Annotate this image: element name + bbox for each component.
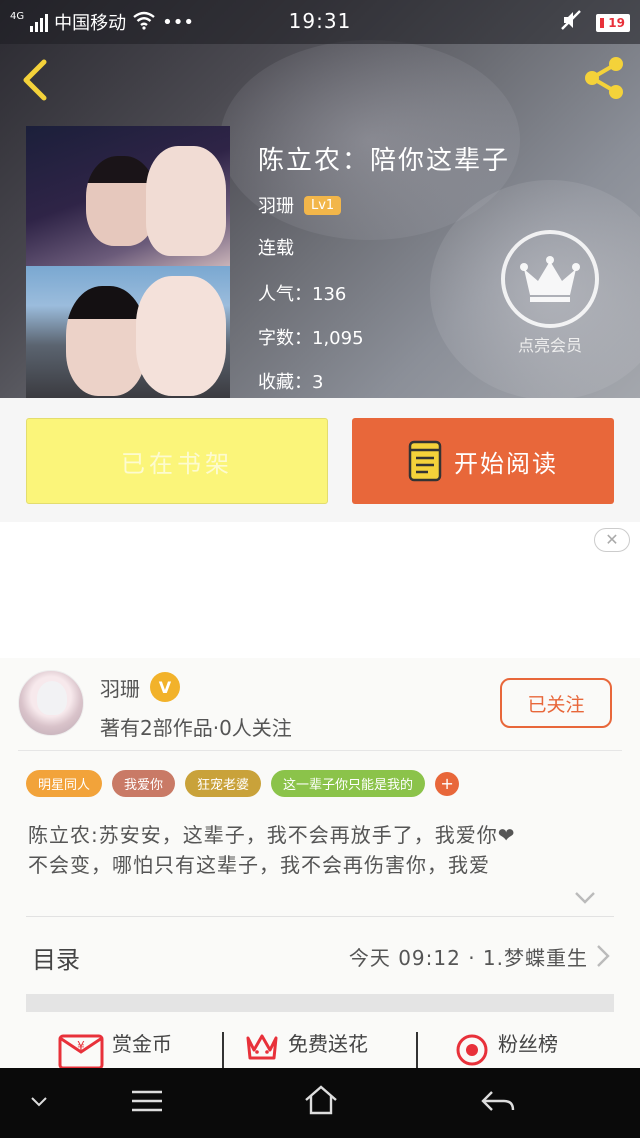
start-reading-button[interactable]: 开始阅读 [352, 418, 614, 504]
back-icon [481, 1091, 515, 1111]
intro-line: 不会变，哪怕只有这辈子，我不会再伤害你，我爱 [28, 853, 490, 877]
system-nav-bar [0, 1068, 640, 1138]
follow-button[interactable]: 已关注 [500, 678, 612, 728]
vip-button[interactable]: 点亮会员 [498, 230, 602, 356]
tag-chip[interactable]: 这一辈子你只能是我的 [271, 770, 426, 797]
battery-indicator: 19 [596, 13, 630, 32]
bottom-action-row: ¥ 赏金币 免费送花 粉丝榜 [0, 1028, 640, 1068]
send-flower-label: 免费送花 [288, 1032, 368, 1056]
tag-chip[interactable]: 明星同人 [26, 770, 103, 797]
details-panel: 羽珊 V 著有2部作品·0人关注 已关注 明星同人 我爱你 狂宠老婆 这一辈子你… [0, 658, 640, 1068]
action-bar: 已在书架 开始阅读 [0, 398, 640, 522]
tag-chip[interactable]: 狂宠老婆 [185, 770, 262, 797]
book-title: 陈立农：陪你这辈子 [258, 146, 511, 176]
author-name[interactable]: 羽珊 [258, 192, 294, 218]
book-icon [408, 440, 442, 482]
divider [26, 916, 614, 917]
share-icon [585, 57, 623, 99]
chevron-right-icon [597, 945, 610, 967]
book-header: 4G 中国移动 ••• 19:31 19 陈立农：陪你这辈子 羽珊 Lv1 连载… [0, 0, 640, 398]
start-reading-label: 开始阅读 [454, 449, 558, 478]
separator [416, 1032, 418, 1068]
back-button[interactable] [18, 58, 52, 102]
status-bar: 4G 中国移动 ••• 19:31 19 [0, 0, 640, 44]
medal-icon [456, 1034, 488, 1066]
book-info: 陈立农：陪你这辈子 羽珊 Lv1 连载 人气：136 字数：1,095 收藏：3 [258, 140, 511, 393]
book-cover [26, 126, 230, 398]
expand-intro-button[interactable] [574, 890, 596, 909]
close-ad-button[interactable]: ✕ [594, 528, 630, 552]
flower-icon [246, 1034, 278, 1060]
intro-line: 陈立农:苏安安，这辈子，我不会再放手了，我爱你❤ [28, 823, 516, 847]
word-count: 字数：1,095 [258, 328, 364, 349]
reward-coins-button[interactable]: ¥ 赏金币 [58, 1028, 172, 1068]
share-button[interactable] [580, 54, 628, 102]
home-icon [305, 1085, 337, 1115]
svg-text:¥: ¥ [77, 1039, 85, 1053]
chevron-down-icon [31, 1097, 47, 1107]
reward-coins-label: 赏金币 [112, 1032, 172, 1056]
popularity: 人气：136 [258, 284, 347, 305]
ad-banner: ✕ [0, 522, 640, 658]
favorites-count: 收藏：3 [258, 372, 324, 393]
red-envelope-icon: ¥ [58, 1034, 104, 1068]
fans-ranking-label: 粉丝榜 [498, 1032, 558, 1056]
chevron-left-icon [23, 59, 47, 101]
chevron-down-icon [575, 892, 595, 904]
author-card-name[interactable]: 羽珊 [100, 673, 140, 702]
author-stats: 著有2部作品·0人关注 [100, 716, 292, 740]
fans-ranking-button[interactable]: 粉丝榜 [454, 1028, 558, 1068]
book-intro: 陈立农:苏安安，这辈子，我不会再放手了，我爱你❤ 不会变，哪怕只有这辈子，我不会… [28, 820, 612, 880]
send-flower-button[interactable]: 免费送花 [244, 1028, 368, 1068]
tag-list: 明星同人 我爱你 狂宠老婆 这一辈子你只能是我的 + [26, 770, 460, 797]
author-avatar[interactable] [18, 670, 84, 736]
serial-status: 连载 [258, 238, 294, 259]
section-divider [26, 994, 614, 1012]
tag-chip[interactable]: 我爱你 [112, 770, 176, 797]
divider [18, 750, 622, 751]
vip-label: 点亮会员 [517, 336, 582, 355]
mute-icon [560, 9, 582, 36]
toc-label: 目录 [32, 946, 80, 974]
crown-icon [520, 256, 580, 302]
menu-icon [132, 1090, 162, 1112]
clock: 19:31 [288, 9, 352, 33]
verified-badge: V [150, 672, 180, 702]
level-badge: Lv1 [304, 195, 342, 215]
add-tag-button[interactable]: + [435, 771, 460, 796]
latest-chapter: 今天 09:12 · 1.梦蝶重生 [348, 946, 588, 970]
table-of-contents-row[interactable]: 目录 今天 09:12 · 1.梦蝶重生 [26, 930, 614, 986]
separator [222, 1032, 224, 1068]
on-shelf-button[interactable]: 已在书架 [26, 418, 328, 504]
